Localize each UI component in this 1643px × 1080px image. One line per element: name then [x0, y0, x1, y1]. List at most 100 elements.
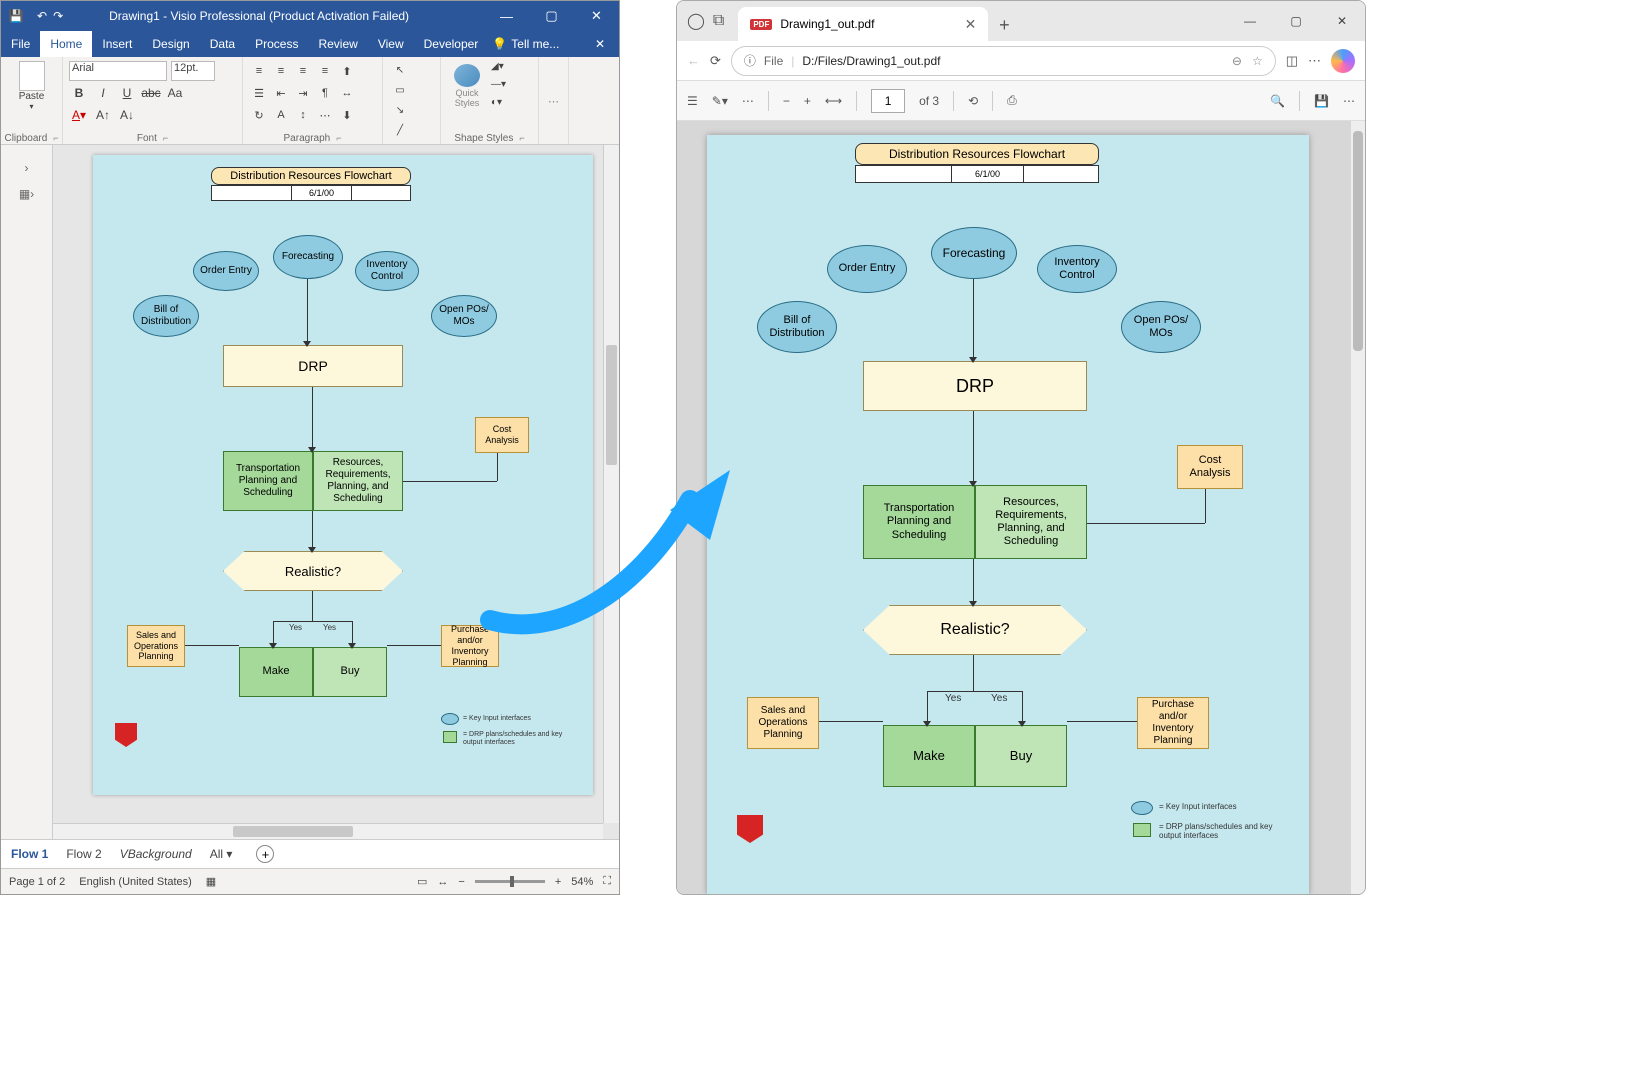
italic-button[interactable]: I	[93, 83, 113, 103]
edge-minimize-button[interactable]: —	[1227, 1, 1273, 41]
address-bar[interactable]: ⓘ File | D:/Files/Drawing1_out.pdf ⊖ ☆	[731, 46, 1276, 76]
ribbon-more[interactable]: ⋯	[539, 57, 569, 144]
pdf-more-icon[interactable]: ⋯	[1343, 94, 1355, 108]
tab-insert[interactable]: Insert	[92, 31, 142, 57]
indent-dec-button[interactable]: ⇤	[271, 83, 291, 103]
drawing-canvas[interactable]: Distribution Resources Flowchart 6/1/00 …	[93, 155, 593, 795]
find-icon[interactable]: 🔍	[1270, 94, 1285, 108]
tab-developer[interactable]: Developer	[414, 31, 489, 57]
highlight-icon[interactable]: ✎▾	[712, 94, 728, 108]
tab-file[interactable]: File	[1, 31, 40, 57]
rotate-icon[interactable]: ⟲	[968, 94, 978, 108]
split-screen-icon[interactable]: ◫	[1286, 53, 1298, 69]
pdf-vertical-scrollbar[interactable]	[1351, 121, 1365, 894]
copilot-icon[interactable]	[1331, 49, 1355, 73]
font-color-button[interactable]: A▾	[69, 105, 89, 125]
fit-width-icon[interactable]: ↔	[437, 876, 448, 888]
page-view-icon[interactable]: ⎙	[1007, 93, 1017, 108]
line-style-button[interactable]: —▾	[491, 79, 513, 93]
page-input[interactable]	[871, 89, 905, 113]
macro-icon[interactable]: ▦	[206, 875, 216, 888]
tab-view[interactable]: View	[368, 31, 414, 57]
align-top-button[interactable]: ⬆	[337, 61, 357, 81]
align-right-button[interactable]: ≡	[293, 61, 313, 81]
fit-icon[interactable]: ⟷	[825, 94, 842, 108]
redo-icon[interactable]: ↷	[53, 9, 63, 23]
pdf-viewport[interactable]: Distribution Resources Flowchart 6/1/00 …	[677, 121, 1365, 894]
horizontal-scrollbar[interactable]	[53, 823, 603, 839]
font-family-select[interactable]: Arial	[69, 61, 167, 81]
zoom-slider[interactable]	[475, 880, 545, 883]
save-pdf-icon[interactable]: 💾	[1314, 94, 1329, 108]
align-justify-button[interactable]: ≡	[315, 61, 335, 81]
indent-inc-button[interactable]: ⇥	[293, 83, 313, 103]
favorite-icon[interactable]: ☆	[1252, 54, 1263, 68]
back-button[interactable]: ←	[687, 53, 700, 68]
align-bot-button[interactable]: ⬇	[337, 105, 357, 125]
more-para-button[interactable]: ⋯	[315, 105, 335, 125]
connector-tool-button[interactable]: ↘	[389, 101, 411, 119]
paste-button[interactable]: Paste▾	[7, 59, 56, 111]
profile-icon[interactable]: ◯	[687, 11, 705, 31]
shrink-font-button[interactable]: A↓	[117, 105, 137, 125]
vertical-scrollbar[interactable]	[603, 145, 619, 823]
tab-flow1[interactable]: Flow 1	[11, 847, 48, 861]
status-language[interactable]: English (United States)	[79, 876, 192, 888]
spacing-button[interactable]: ↕	[293, 105, 313, 125]
browser-tab[interactable]: PDF Drawing1_out.pdf ✕	[738, 7, 988, 41]
undo-icon[interactable]: ↶	[37, 9, 47, 23]
fit-page-icon[interactable]: ⛶	[603, 875, 611, 888]
edge-maximize-button[interactable]: ▢	[1273, 1, 1319, 41]
tab-design[interactable]: Design	[142, 31, 199, 57]
tab-all[interactable]: All ▾	[210, 847, 233, 861]
edge-close-button[interactable]: ✕	[1319, 1, 1365, 41]
more-tools-icon[interactable]: ⋯	[742, 94, 754, 108]
text-box-button[interactable]: A	[271, 105, 291, 125]
tab-process[interactable]: Process	[245, 31, 308, 57]
zoom-reset-icon[interactable]: ⊖	[1232, 54, 1242, 68]
refresh-button[interactable]: ⟳	[710, 53, 721, 69]
maximize-button[interactable]: ▢	[529, 1, 574, 31]
rotate-button[interactable]: ↻	[249, 105, 269, 125]
ribbon-close-icon[interactable]: ✕	[581, 37, 619, 51]
add-page-button[interactable]: +	[256, 845, 274, 863]
minimize-button[interactable]: —	[484, 1, 529, 31]
tab-flow2[interactable]: Flow 2	[66, 847, 101, 861]
strike-button[interactable]: abc	[141, 83, 161, 103]
zoom-in-button[interactable]: +	[555, 876, 561, 888]
tab-actions-icon[interactable]: ⧉	[713, 12, 724, 30]
zoom-out-icon[interactable]: −	[783, 94, 790, 108]
presentation-icon[interactable]: ▭	[417, 875, 427, 888]
align-mid-button[interactable]: ↔	[337, 83, 357, 103]
shapes-expand-button[interactable]: ›	[1, 155, 52, 181]
tab-close-icon[interactable]: ✕	[965, 16, 977, 33]
bold-button[interactable]: B	[69, 83, 89, 103]
quick-styles-button[interactable]: Quick Styles	[447, 64, 487, 108]
font-size-select[interactable]: 12pt.	[171, 61, 215, 81]
contents-icon[interactable]: ☰	[687, 94, 698, 108]
effects-button[interactable]: ◐▾	[491, 97, 513, 111]
zoom-level[interactable]: 54%	[571, 876, 593, 888]
settings-menu-icon[interactable]: ⋯	[1308, 53, 1321, 69]
pointer-tool-button[interactable]: ↖	[389, 61, 411, 79]
text-dir-button[interactable]: ¶	[315, 83, 335, 103]
underline-button[interactable]: U	[117, 83, 137, 103]
tab-data[interactable]: Data	[200, 31, 245, 57]
case-button[interactable]: Aa	[165, 83, 185, 103]
info-icon[interactable]: ⓘ	[744, 52, 756, 69]
close-button[interactable]: ✕	[574, 1, 619, 31]
zoom-out-button[interactable]: −	[458, 876, 464, 888]
rect-tool-button[interactable]: ▭	[389, 81, 411, 99]
save-icon[interactable]: 💾	[1, 9, 31, 23]
stencil-icon[interactable]: ▦›	[1, 181, 52, 207]
bullets-button[interactable]: ☰	[249, 83, 269, 103]
grow-font-button[interactable]: A↑	[93, 105, 113, 125]
fill-button[interactable]: ◢▾	[491, 61, 513, 75]
tab-review[interactable]: Review	[308, 31, 367, 57]
tab-vbackground[interactable]: VBackground	[120, 847, 192, 861]
zoom-in-icon[interactable]: +	[804, 94, 811, 108]
new-tab-button[interactable]: +	[988, 9, 1020, 41]
tell-me[interactable]: 💡Tell me...	[492, 37, 559, 51]
tab-home[interactable]: Home	[40, 31, 92, 57]
align-left-button[interactable]: ≡	[249, 61, 269, 81]
